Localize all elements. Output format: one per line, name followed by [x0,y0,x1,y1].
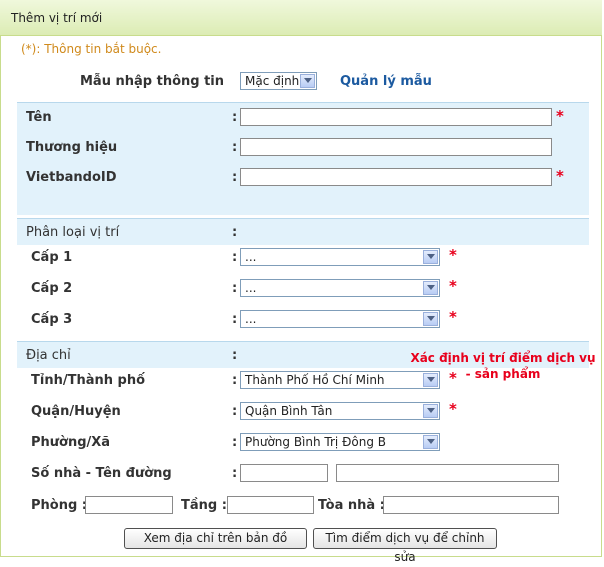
manage-templates-link[interactable]: Quản lý mẫu [340,74,432,89]
required-star: * [449,400,457,418]
vietbando-id-label: VietbandoID [26,170,117,185]
colon: : [232,348,238,363]
required-note: (*): Thông tin bắt buộc. [21,42,162,56]
ward-select[interactable]: Phường Bình Trị Đông B [240,433,440,451]
brand-input[interactable] [240,138,552,156]
colon: : [232,466,238,481]
floor-input[interactable] [227,496,314,514]
district-select-value: Quận Bình Tân [245,404,333,418]
level2-label: Cấp 2 [31,281,73,296]
ward-label: Phường/Xã [31,435,111,450]
chevron-down-icon [423,281,438,295]
house-number-input[interactable] [240,464,328,482]
find-service-point-button[interactable]: Tìm điểm dịch vụ để chỉnh sửa [313,528,497,564]
chevron-down-icon [423,435,438,449]
level1-label: Cấp 1 [31,250,73,265]
district-select[interactable]: Quận Bình Tân [240,402,440,420]
chevron-down-icon [423,312,438,326]
level2-select[interactable]: ... [240,279,440,297]
panel-title: Thêm vị trí mới [11,11,103,25]
room-label: Phòng : [31,498,87,513]
building-label: Tòa nhà : [318,498,385,513]
view-on-map-button[interactable]: Xem địa chỉ trên bản đồ [124,528,307,549]
colon: : [232,435,238,450]
vietbando-id-input[interactable] [240,168,552,186]
level2-select-value: ... [245,281,257,295]
chevron-down-icon [423,404,438,418]
colon: : [232,404,238,419]
colon: : [232,170,238,185]
colon: : [232,225,238,240]
floor-label: Tầng : [181,498,227,513]
colon: : [232,373,238,388]
panel-header: Thêm vị trí mới [0,0,602,36]
level1-select-value: ... [245,250,257,264]
level3-select[interactable]: ... [240,310,440,328]
required-star: * [556,107,564,125]
level3-label: Cấp 3 [31,312,73,327]
address-label: Địa chỉ [26,348,71,363]
name-label: Tên [26,110,52,125]
colon: : [232,312,238,327]
level1-select[interactable]: ... [240,248,440,266]
chevron-down-icon [423,373,438,387]
required-star: * [556,167,564,185]
colon: : [232,140,238,155]
template-label: Mẫu nhập thông tin [80,74,225,89]
required-star: * [449,277,457,295]
required-star: * [449,369,457,387]
colon: : [232,281,238,296]
province-label: Tỉnh/Thành phố [31,373,146,388]
template-select[interactable]: Mặc định [240,72,317,90]
name-input[interactable] [240,108,552,126]
required-star: * [449,308,457,326]
street-label: Số nhà - Tên đường [31,466,172,481]
building-input[interactable] [383,496,559,514]
ward-select-value: Phường Bình Trị Đông B [245,435,386,449]
chevron-down-icon [423,250,438,264]
template-select-value: Mặc định [245,74,300,88]
district-label: Quận/Huyện [31,404,121,419]
province-select-value: Thành Phố Hồ Chí Minh [245,373,385,387]
brand-label: Thương hiệu [26,140,118,155]
chevron-down-icon [300,74,315,88]
required-star: * [449,246,457,264]
level3-select-value: ... [245,312,257,326]
classification-label: Phân loại vị trí [26,225,120,240]
colon: : [232,110,238,125]
province-select[interactable]: Thành Phố Hồ Chí Minh [240,371,440,389]
room-input[interactable] [85,496,173,514]
colon: : [232,250,238,265]
street-name-input[interactable] [336,464,559,482]
